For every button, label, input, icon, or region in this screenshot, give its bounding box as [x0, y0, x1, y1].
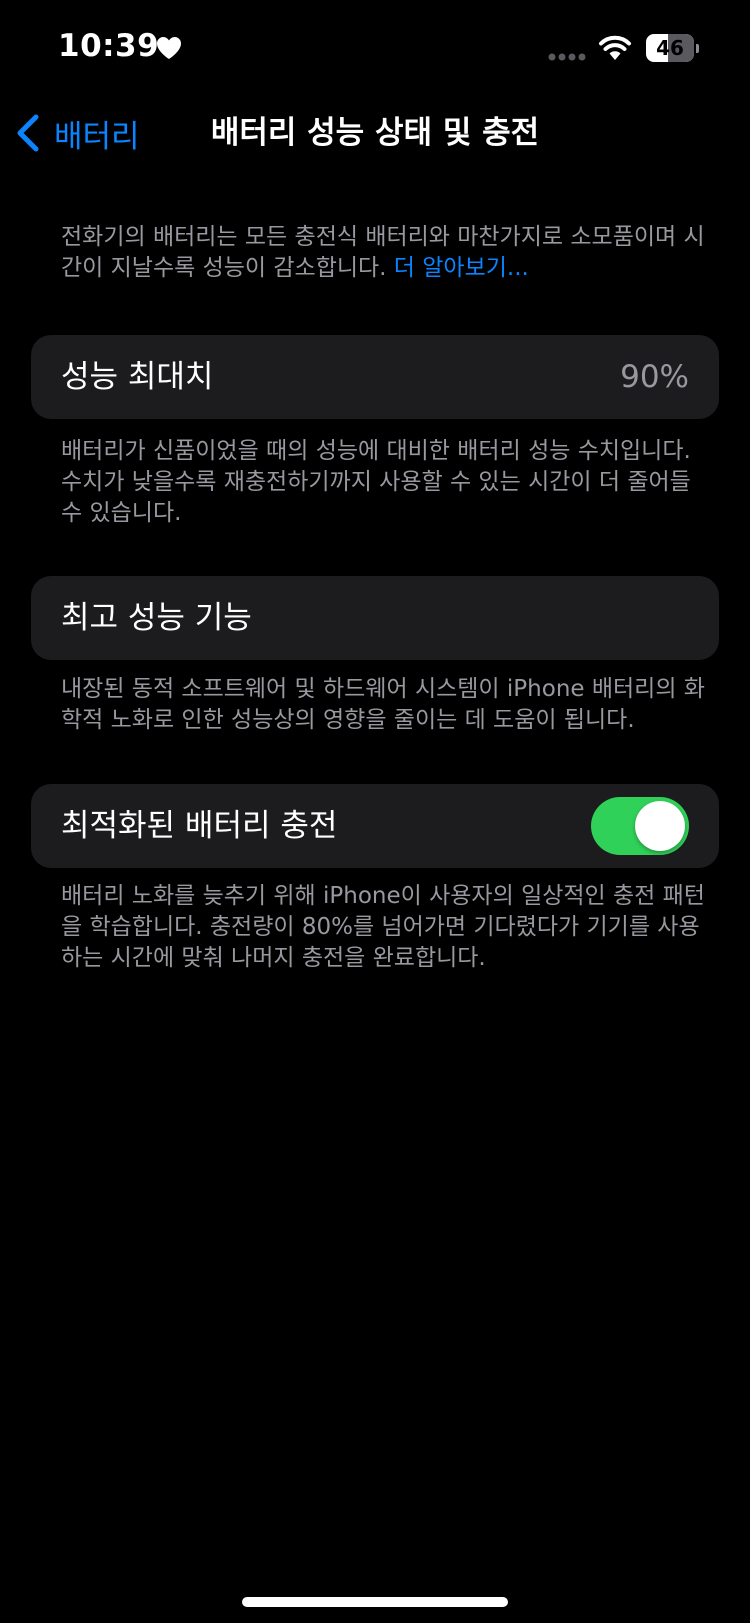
- nav-bar: 배터리 성능 상태 및 충전 배터리: [0, 100, 750, 166]
- toggle-knob: [635, 801, 685, 851]
- maximum-capacity-label: 성능 최대치: [61, 359, 214, 395]
- peak-performance-cell: 최고 성능 기능: [31, 576, 719, 660]
- signal-dots-icon: [548, 53, 586, 61]
- home-indicator[interactable]: [242, 1597, 508, 1607]
- optimized-charging-label: 최적화된 배터리 충전: [61, 808, 338, 844]
- maximum-capacity-footer: 배터리가 신품이었을 때의 성능에 대비한 배터리 성능 수치입니다. 수치가 …: [61, 438, 691, 526]
- intro-text: 전화기의 배터리는 모든 충전식 배터리와 마찬가지로 소모품이며 시간이 지날…: [61, 224, 705, 281]
- optimized-charging-footer: 배터리 노화를 늦추기 위해 iPhone이 사용자의 일상적인 충전 패턴을 …: [61, 883, 705, 971]
- status-bar: 10:39 46: [0, 0, 750, 100]
- learn-more-link[interactable]: 더 알아보기...: [394, 255, 529, 281]
- chevron-left-icon: [17, 114, 39, 152]
- battery-icon: 46: [646, 34, 700, 62]
- heart-icon: [157, 37, 181, 59]
- battery-body: 46: [646, 34, 694, 62]
- back-button-label: 배터리: [54, 118, 140, 155]
- maximum-capacity-value: 90%: [620, 359, 689, 395]
- battery-tip: [696, 44, 699, 53]
- back-button[interactable]: 배터리: [14, 108, 140, 158]
- intro-description: 전화기의 배터리는 모든 충전식 배터리와 마찬가지로 소모품이며 시간이 지날…: [61, 222, 711, 284]
- peak-performance-label: 최고 성능 기능: [61, 600, 252, 636]
- peak-performance-footer: 내장된 동적 소프트웨어 및 하드웨어 시스템이 iPhone 배터리의 화학적…: [61, 676, 705, 733]
- wifi-icon: [599, 35, 631, 60]
- optimized-charging-cell: 최적화된 배터리 충전: [31, 784, 719, 868]
- battery-percentage: 46: [656, 36, 684, 60]
- optimized-charging-toggle[interactable]: [591, 797, 689, 855]
- status-time: 10:39: [58, 28, 160, 64]
- maximum-capacity-cell: 성능 최대치 90%: [31, 335, 719, 419]
